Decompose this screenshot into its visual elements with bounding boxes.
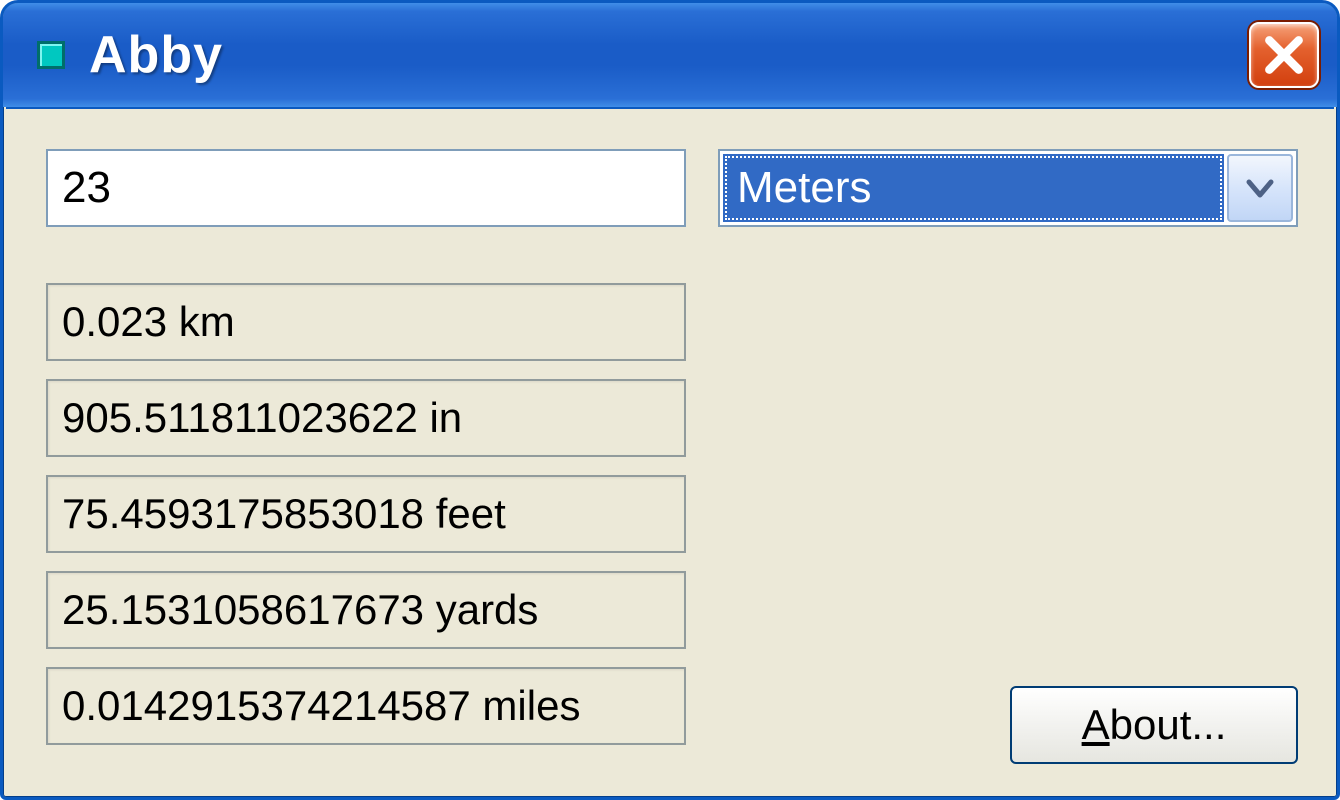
- about-button-hotkey: A: [1082, 701, 1110, 749]
- result-miles: 0.0142915374214587 miles: [46, 667, 686, 745]
- window-title: Abby: [89, 25, 1249, 85]
- result-feet: 75.4593175853018 feet: [46, 475, 686, 553]
- results-list: 0.023 km 905.511811023622 in 75.45931758…: [46, 283, 686, 745]
- result-in: 905.511811023622 in: [46, 379, 686, 457]
- result-yards: 25.1531058617673 yards: [46, 571, 686, 649]
- about-button-label-rest: bout...: [1110, 701, 1227, 749]
- close-icon: [1263, 34, 1305, 76]
- value-input[interactable]: [46, 149, 686, 227]
- chevron-down-icon: [1245, 173, 1275, 203]
- app-icon: [37, 41, 65, 69]
- about-button[interactable]: About...: [1010, 686, 1298, 764]
- client-area: Meters 0.023 km 905.511811023622 in 75.4…: [6, 107, 1334, 794]
- titlebar: Abby: [3, 3, 1337, 107]
- close-button[interactable]: [1249, 22, 1319, 88]
- input-row: Meters: [46, 149, 1298, 227]
- app-window: Abby Meters 0.023 km 905.511811023622 in…: [0, 0, 1340, 800]
- unit-dropdown[interactable]: Meters: [718, 149, 1298, 227]
- result-km: 0.023 km: [46, 283, 686, 361]
- dropdown-arrow-button[interactable]: [1227, 154, 1293, 222]
- unit-dropdown-selected: Meters: [723, 154, 1224, 222]
